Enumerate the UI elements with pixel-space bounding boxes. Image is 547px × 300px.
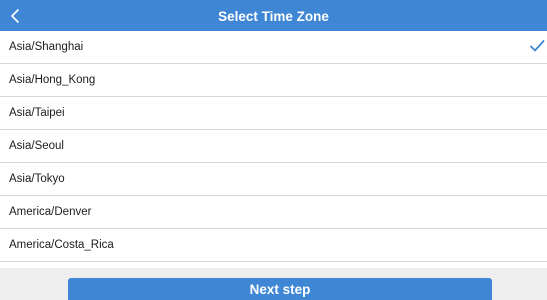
header-bar: Select Time Zone <box>0 0 547 31</box>
next-step-button[interactable]: Next step <box>68 278 492 300</box>
time-zone-label: Asia/Seoul <box>9 140 64 152</box>
checkmark-icon <box>530 40 545 52</box>
time-zone-row-america-denver[interactable]: America/Denver <box>0 196 547 229</box>
time-zone-label: America/Costa_Rica <box>9 239 114 251</box>
time-zone-row-asia-shanghai[interactable]: Asia/Shanghai <box>0 31 547 64</box>
time-zone-row-asia-taipei[interactable]: Asia/Taipei <box>0 97 547 130</box>
time-zone-row-asia-tokyo[interactable]: Asia/Tokyo <box>0 163 547 196</box>
time-zone-row-asia-seoul[interactable]: Asia/Seoul <box>0 130 547 163</box>
time-zone-label: Asia/Tokyo <box>9 173 65 185</box>
time-zone-row-america-costa-rica[interactable]: America/Costa_Rica <box>0 229 547 262</box>
time-zone-screen: Select Time Zone Asia/Shanghai Asia/Hong… <box>0 0 547 300</box>
page-title: Select Time Zone <box>218 9 329 24</box>
time-zone-label: Asia/Shanghai <box>9 41 84 53</box>
time-zone-list: Asia/Shanghai Asia/Hong_Kong Asia/Taipei… <box>0 31 547 262</box>
footer-bar: Next step <box>0 268 547 300</box>
time-zone-label: Asia/Taipei <box>9 107 65 119</box>
time-zone-row-asia-hong-kong[interactable]: Asia/Hong_Kong <box>0 64 547 97</box>
time-zone-label: America/Denver <box>9 206 92 218</box>
time-zone-label: Asia/Hong_Kong <box>9 74 96 86</box>
